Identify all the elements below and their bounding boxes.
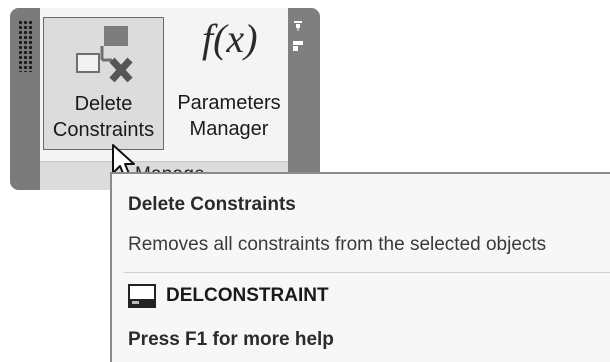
fx-text: f(x) <box>202 16 258 61</box>
tooltip-description: Removes all constraints from the selecte… <box>128 234 547 255</box>
tooltip-command: DELCONSTRAINT <box>166 285 329 306</box>
delete-constraints-icon <box>76 26 133 83</box>
tooltip-title: Delete Constraints <box>128 194 296 215</box>
delete-button-label-line2: Constraints <box>52 119 155 141</box>
dialog-launcher-icon[interactable] <box>292 40 304 52</box>
tooltip-help: Press F1 for more help <box>128 329 334 350</box>
function-fx-icon: f(x) <box>198 16 268 85</box>
pin-icon[interactable] <box>292 20 304 32</box>
tooltip: Delete Constraints Removes all constrain… <box>110 172 610 362</box>
command-line-icon <box>128 284 156 308</box>
panel-grip[interactable] <box>10 8 40 190</box>
params-button-label-line1: Parameters <box>177 92 281 114</box>
delete-button-label-line1: Delete <box>74 93 133 115</box>
panel-side-strip <box>288 8 320 190</box>
params-button-label-line2: Manager <box>189 118 269 140</box>
parameters-manager-button[interactable]: f(x) Parameters Manager <box>168 16 290 150</box>
tooltip-divider <box>124 272 610 273</box>
delete-constraints-button[interactable]: Delete Constraints <box>43 17 164 150</box>
grip-dots-icon <box>18 20 32 72</box>
